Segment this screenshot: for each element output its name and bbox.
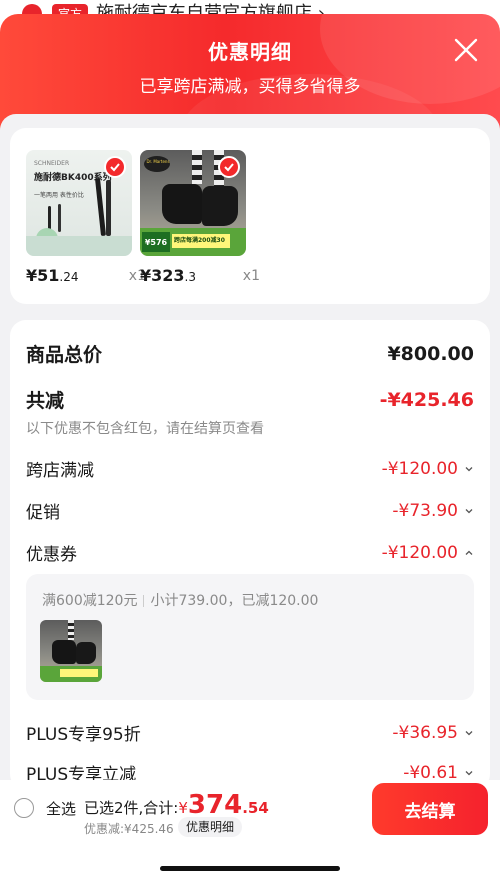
checkout-bar: 全选 已选2件,合计:¥374.54 优惠减:¥425.46 优惠明细 去结算 <box>0 780 500 882</box>
product-image-pen[interactable]: SCHNEIDER 施耐德BK400系列 一笔两用 表性价比 <box>26 150 132 256</box>
close-button[interactable] <box>452 36 480 64</box>
chevron-down-icon <box>465 730 473 735</box>
page-title: 优惠明细 <box>208 40 292 64</box>
discount-label: PLUS专享95折 <box>26 725 141 745</box>
discount-value: -¥73.90 <box>392 501 474 521</box>
discount-label: 跨店满减 <box>26 461 94 481</box>
select-all-radio[interactable] <box>14 798 34 818</box>
total-price-label: 商品总价 <box>26 344 103 366</box>
total-price-value: ¥800.00 <box>387 342 474 365</box>
discount-value: -¥36.95 <box>392 723 474 743</box>
product-price: ¥323.3 <box>140 266 196 285</box>
discount-label: PLUS专享立减 <box>26 765 137 780</box>
product-item[interactable]: Dr. Martens ¥576 跨店每满200减30 ¥323.3 x1 <box>140 150 260 285</box>
chevron-down-icon <box>465 466 473 471</box>
selected-check-icon <box>104 156 126 178</box>
total-reduce-value: -¥425.46 <box>379 388 474 411</box>
total-reduce-row: 共减 -¥425.46 <box>26 386 474 413</box>
discount-value: -¥120.00 <box>382 459 474 479</box>
total-amount: ¥374.54 <box>178 790 269 820</box>
product-image-boots[interactable]: Dr. Martens ¥576 跨店每满200减30 <box>140 150 246 256</box>
discount-row-coupon[interactable]: 优惠券 -¥120.00 <box>26 540 474 565</box>
discount-row-promotion[interactable]: 促销 -¥73.90 <box>26 498 474 523</box>
product-price: ¥51.24 <box>26 266 79 285</box>
total-summary: 已选2件,合计:¥374.54 <box>84 790 269 820</box>
discount-label: 优惠券 <box>26 545 77 565</box>
home-indicator <box>160 866 340 871</box>
chevron-up-icon <box>465 550 473 555</box>
select-all-label[interactable]: 全选 <box>46 798 76 819</box>
reduce-note: 以下优惠不包含红包，请在结算页查看 <box>26 421 264 437</box>
selected-check-icon <box>218 156 240 178</box>
coupon-product-thumb[interactable] <box>40 620 102 682</box>
discount-label: 促销 <box>26 503 60 523</box>
product-qty: x1 <box>242 268 260 284</box>
discount-total-text: 优惠减:¥425.46 <box>84 822 174 836</box>
coupon-detail-box: 满600减120元 小计739.00，已减120.00 <box>26 574 474 700</box>
selected-products-card: SCHNEIDER 施耐德BK400系列 一笔两用 表性价比 ¥51.24 x1… <box>10 128 490 304</box>
chevron-down-icon <box>465 770 473 775</box>
chevron-down-icon <box>465 508 473 513</box>
price-summary-card: 商品总价 ¥800.00 共减 -¥425.46 以下优惠不包含红包，请在结算页… <box>10 320 490 780</box>
coupon-rule-text: 满600减120元 小计739.00，已减120.00 <box>42 593 319 609</box>
discount-value: -¥120.00 <box>382 543 474 563</box>
close-icon <box>454 38 478 62</box>
discount-row-plus-95[interactable]: PLUS专享95折 -¥36.95 <box>26 720 474 745</box>
total-price-row: 商品总价 ¥800.00 <box>26 340 474 367</box>
page-subtitle: 已享跨店满减，买得多省得多 <box>139 77 361 97</box>
discount-sheet: SCHNEIDER 施耐德BK400系列 一笔两用 表性价比 ¥51.24 x1… <box>0 114 500 780</box>
discount-row-cross-store[interactable]: 跨店满减 -¥120.00 <box>26 456 474 481</box>
discount-detail-chip[interactable]: 优惠明细 <box>178 817 243 837</box>
checkout-button[interactable]: 去结算 <box>372 783 488 835</box>
discount-row-plus-reduce[interactable]: PLUS专享立减 -¥0.61 <box>26 760 474 780</box>
product-item[interactable]: SCHNEIDER 施耐德BK400系列 一笔两用 表性价比 ¥51.24 x1 <box>26 150 146 285</box>
total-reduce-label: 共减 <box>26 390 65 412</box>
discount-value: -¥0.61 <box>403 763 474 780</box>
